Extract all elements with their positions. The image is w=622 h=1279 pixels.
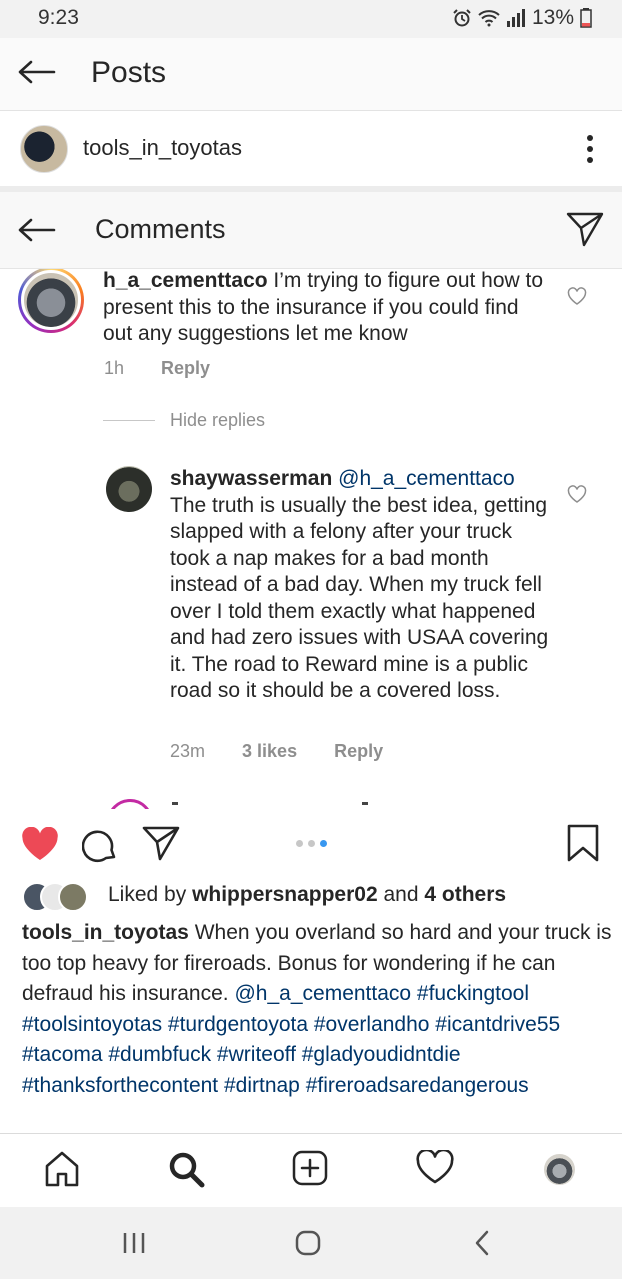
reply-avatar[interactable] [106, 466, 152, 512]
reply-time: 23m [170, 741, 206, 761]
commenter-avatar[interactable] [18, 269, 84, 333]
signal-icon [506, 9, 525, 27]
author-username[interactable]: tools_in_toyotas [83, 135, 242, 161]
hide-replies-button[interactable]: Hide replies [170, 410, 265, 431]
activity-heart-icon[interactable] [416, 1150, 454, 1185]
reply-likes[interactable]: 3 likes [242, 741, 297, 761]
carousel-indicator [296, 840, 327, 847]
likes-row[interactable]: Liked by whippersnapper02 and 4 others [22, 880, 622, 914]
author-avatar[interactable] [20, 125, 68, 173]
comment-icon[interactable] [82, 827, 118, 863]
likes-and: and [383, 883, 419, 906]
likes-user[interactable]: whippersnapper02 [192, 883, 378, 906]
profile-avatar[interactable] [544, 1154, 575, 1185]
comment-like-heart-icon[interactable] [567, 287, 587, 305]
comments-header: Comments [0, 192, 622, 269]
likes-others[interactable]: 4 others [424, 883, 506, 906]
comment-text: h_a_cementtaco I’m trying to figure out … [103, 269, 548, 348]
status-time: 9:23 [38, 6, 79, 29]
comment-username[interactable]: h_a_cementtaco [103, 269, 268, 292]
next-comment-avatar[interactable] [107, 799, 153, 809]
next-comment-text-cutoff [172, 802, 522, 805]
post-caption: tools_in_toyotas When you overland so ha… [22, 918, 612, 1101]
caption-mention[interactable]: @h_a_cementtaco [234, 982, 411, 1005]
wifi-icon [478, 10, 500, 27]
post-author-row: tools_in_toyotas [0, 111, 622, 192]
comment-time: 1h [104, 358, 125, 378]
home-icon[interactable] [44, 1150, 80, 1188]
comments-title: Comments [95, 214, 226, 244]
status-bar: 9:23 13% [0, 0, 622, 38]
search-icon[interactable] [167, 1150, 205, 1188]
system-back-icon[interactable] [472, 1229, 492, 1257]
comments-list: h_a_cementtaco I’m trying to figure out … [0, 269, 622, 809]
likes-prefix: Liked by [108, 883, 187, 906]
divider [103, 420, 155, 421]
reply-mention[interactable]: @h_a_cementtaco [338, 467, 515, 490]
comment-meta: 1h Reply [104, 358, 210, 379]
posts-header: Posts [0, 38, 622, 111]
page-title: Posts [91, 56, 167, 89]
recents-icon[interactable] [121, 1231, 147, 1255]
bookmark-icon[interactable] [566, 824, 600, 862]
send-icon[interactable] [566, 211, 604, 247]
liker-avatar [58, 882, 88, 912]
share-send-icon[interactable] [142, 825, 180, 861]
reply-username[interactable]: shaywasserman [170, 467, 332, 490]
back-arrow-icon[interactable] [18, 60, 56, 84]
reply-like-heart-icon[interactable] [567, 485, 587, 503]
system-nav-bar [0, 1207, 622, 1279]
reply-meta: 23m 3 likes Reply [170, 741, 383, 762]
post-action-bar [0, 810, 622, 880]
heart-icon[interactable] [21, 827, 59, 862]
alarm-icon [453, 9, 471, 27]
status-icons: 13% [452, 6, 592, 30]
bottom-nav [0, 1133, 622, 1208]
more-vert-icon[interactable] [586, 135, 594, 163]
caption-username[interactable]: tools_in_toyotas [22, 921, 189, 944]
home-circle-icon[interactable] [294, 1229, 322, 1257]
new-post-icon[interactable] [292, 1150, 328, 1186]
back-arrow-icon[interactable] [18, 218, 56, 242]
likes-text[interactable]: Liked by whippersnapper02 and 4 others [108, 883, 506, 907]
reply-reply-button[interactable]: Reply [334, 741, 383, 761]
comment-reply-button[interactable]: Reply [161, 358, 210, 378]
reply-body: The truth is usually the best idea, gett… [170, 493, 549, 703]
battery-icon [580, 8, 592, 28]
battery-percent: 13% [531, 6, 574, 29]
reply-text: shaywasserman @h_a_cementtaco The truth … [170, 466, 550, 705]
